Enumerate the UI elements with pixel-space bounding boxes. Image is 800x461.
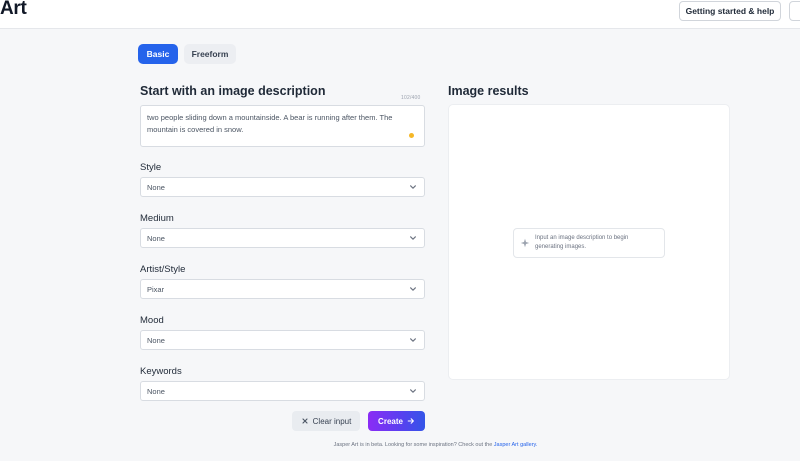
sparkle-icon: [520, 238, 530, 248]
keywords-label: Keywords: [140, 366, 182, 377]
style-select[interactable]: None: [140, 177, 425, 197]
tab-basic[interactable]: Basic: [138, 44, 178, 64]
keywords-value: None: [147, 386, 165, 396]
chevron-down-icon: [410, 287, 416, 291]
arrow-right-icon: [407, 418, 414, 424]
input-status-dot: [409, 133, 414, 138]
artist-style-label: Artist/Style: [140, 264, 186, 275]
mood-label: Mood: [140, 315, 164, 326]
gallery-link[interactable]: Jasper Art gallery.: [494, 442, 538, 448]
chevron-down-icon: [410, 338, 416, 342]
top-bar: Art Getting started & help: [0, 0, 800, 29]
style-value: None: [147, 182, 165, 192]
getting-started-help-button[interactable]: Getting started & help: [679, 1, 781, 21]
artist-style-select[interactable]: Pixar: [140, 279, 425, 299]
clear-input-label: Clear input: [312, 416, 352, 426]
tab-freeform[interactable]: Freeform: [184, 44, 236, 64]
close-icon: [302, 418, 308, 424]
character-counter: 102/400: [401, 95, 421, 101]
style-label: Style: [140, 162, 162, 173]
create-button[interactable]: Create: [368, 411, 425, 431]
mood-select[interactable]: None: [140, 330, 425, 350]
footer-note: Jasper Art is in beta. Looking for some …: [0, 442, 800, 448]
artist-style-value: Pixar: [147, 284, 165, 294]
account-menu-button[interactable]: [789, 1, 800, 21]
app-title: Art: [0, 0, 27, 19]
chevron-down-icon: [410, 185, 416, 189]
clear-input-button[interactable]: Clear input: [292, 411, 360, 431]
medium-select[interactable]: None: [140, 228, 425, 248]
empty-state-hint: Input an image description to begin gene…: [513, 228, 665, 258]
keywords-select[interactable]: None: [140, 381, 425, 401]
chevron-down-icon: [410, 389, 416, 393]
empty-state-text: Input an image description to begin gene…: [535, 235, 629, 250]
create-label: Create: [378, 416, 403, 426]
medium-value: None: [147, 233, 165, 243]
description-heading: Start with an image description: [140, 84, 326, 98]
footer-text: Jasper Art is in beta. Looking for some …: [333, 442, 493, 448]
medium-label: Medium: [140, 213, 174, 224]
image-results-heading: Image results: [448, 84, 529, 98]
mood-value: None: [147, 335, 165, 345]
chevron-down-icon: [410, 236, 416, 240]
image-description-input[interactable]: two people sliding down a mountainside. …: [140, 105, 425, 147]
